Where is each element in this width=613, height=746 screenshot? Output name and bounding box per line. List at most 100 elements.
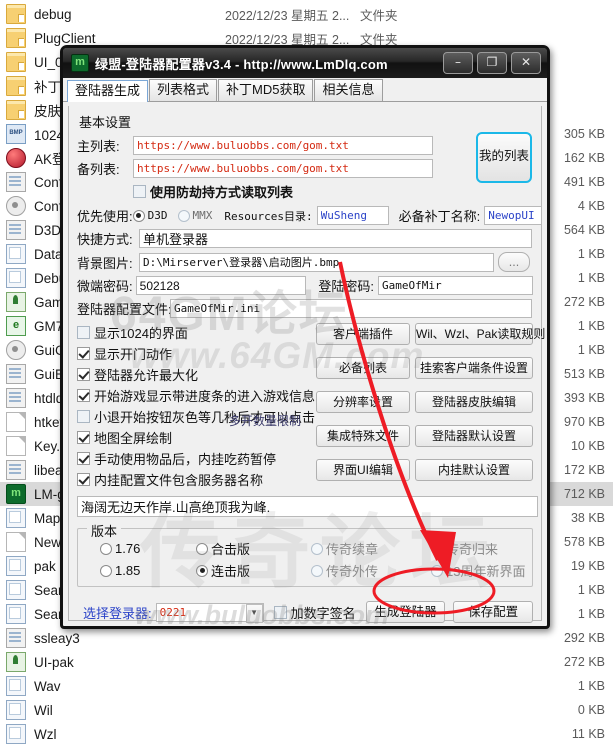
app-logo-icon [71, 54, 89, 72]
version-option-5[interactable]: 连击版 [196, 561, 311, 580]
explorer-file-size: 0 KB [577, 703, 605, 717]
explorer-file-name: Data [34, 246, 63, 262]
chevron-down-icon[interactable]: ▼ [245, 603, 263, 623]
left-action-button-0[interactable]: 客户端插件 [316, 323, 410, 345]
left-action-button-4[interactable]: 界面UI编辑 [316, 459, 410, 481]
notice-input[interactable] [77, 496, 538, 517]
stack-icon [6, 580, 26, 600]
digital-sign-checkbox[interactable] [273, 605, 287, 619]
explorer-file-date: 2022/12/23 星期五 2... [225, 8, 350, 23]
version-option-6[interactable]: 传奇外传 [311, 561, 431, 580]
left-action-button-2[interactable]: 分辨率设置 [316, 391, 410, 413]
option-checkbox-row-6[interactable]: 手动使用物品后，内挂吃药暂停 [77, 448, 316, 469]
priority-d3d-radio[interactable] [132, 209, 145, 222]
tab-3[interactable]: 相关信息 [314, 79, 383, 101]
shortcut-label: 快捷方式: [77, 232, 133, 247]
explorer-row[interactable]: UI-pak 272 KB [0, 650, 613, 674]
explorer-file-size: 578 KB [563, 535, 605, 549]
anti-hijack-checkbox[interactable] [133, 185, 146, 198]
maximize-button[interactable]: ❐ [477, 52, 507, 74]
explorer-row[interactable]: ssleay3 292 KB [0, 626, 613, 650]
left-action-button-1[interactable]: 必备列表 [316, 357, 410, 379]
version-radio-7[interactable] [431, 564, 443, 577]
right-action-button-4[interactable]: 内挂默认设置 [415, 459, 533, 481]
main-list-input[interactable] [133, 136, 433, 155]
tab-1[interactable]: 列表格式 [149, 79, 218, 101]
version-group: 版本 1.76 合击版 传奇续章 传奇归来 1.85 连击版 传奇外传 13周年新界面 [77, 521, 533, 587]
backup-list-input[interactable] [133, 159, 433, 178]
right-action-button-3[interactable]: 登陆器默认设置 [415, 425, 533, 447]
explorer-file-name: Wzl [34, 726, 57, 742]
version-radio-2[interactable] [311, 542, 323, 555]
tab-strip: 登陆器生成 列表格式 补丁MD5获取 相关信息 [63, 78, 547, 102]
shortcut-input[interactable] [139, 229, 532, 248]
explorer-row[interactable]: Wzl 11 KB [0, 722, 613, 746]
checkbox-1[interactable] [77, 347, 90, 360]
stack-icon [6, 556, 26, 576]
priority-mmx-radio[interactable] [177, 209, 190, 222]
option-checkbox-row-5[interactable]: 地图全屏绘制 [77, 427, 316, 448]
version-option-7[interactable]: 13周年新界面 [431, 561, 551, 580]
action-buttons-area: 客户端插件必备列表分辨率设置集成特殊文件 界面UI编辑 Wil、Wzl、Pak读取… [316, 322, 545, 490]
version-option-1[interactable]: 合击版 [196, 539, 311, 558]
window-titlebar: 绿盟-登陆器配置器v3.4 - http://www.LmDlq.com – ❐… [63, 48, 547, 78]
checkbox-4[interactable] [77, 410, 90, 423]
close-button[interactable]: ✕ [511, 52, 541, 74]
browse-button[interactable]: ... [498, 252, 530, 272]
tab-0[interactable]: 登陆器生成 [67, 80, 149, 102]
explorer-file-name: pak [34, 558, 56, 574]
red-app-icon [6, 148, 26, 168]
dll-icon [6, 172, 26, 192]
right-action-button-2[interactable]: 登陆器皮肤编辑 [415, 391, 533, 413]
checkbox-0[interactable] [77, 326, 90, 339]
right-action-button-1[interactable]: 挂索客户端条件设置 [415, 357, 533, 379]
backup-list-label: 备列表: [77, 162, 120, 177]
version-radio-3[interactable] [431, 542, 443, 555]
option-checkbox-row-7[interactable]: 内挂配置文件包含服务器名称 [77, 469, 316, 490]
version-radio-4[interactable] [100, 564, 112, 577]
option-checkbox-row-1[interactable]: 显示开门动作 [77, 343, 316, 364]
resources-dir-input[interactable] [316, 206, 389, 225]
config-file-input[interactable] [170, 299, 532, 318]
priority-mmx-label: MMX [192, 209, 213, 222]
checkbox-6[interactable] [77, 452, 90, 465]
generate-launcher-button[interactable]: 生成登陆器 [365, 601, 446, 623]
option-checkbox-row-2[interactable]: 登陆器允许最大化 [77, 364, 316, 385]
minimize-button[interactable]: – [443, 52, 473, 74]
explorer-row[interactable]: debug 2022/12/23 星期五 2... 文件夹 [0, 2, 613, 26]
patch-name-input[interactable] [484, 206, 543, 225]
my-list-button[interactable]: 我的列表 [476, 132, 532, 183]
section-title-basic-settings: 基本设置 [79, 115, 132, 130]
left-action-button-3[interactable]: 集成特殊文件 [316, 425, 410, 447]
explorer-row[interactable]: Wil 0 KB [0, 698, 613, 722]
checkbox-2[interactable] [77, 368, 90, 381]
explorer-row[interactable]: Wav 1 KB [0, 674, 613, 698]
select-launcher-combo[interactable]: ▼ [155, 602, 264, 623]
background-image-input[interactable] [139, 252, 494, 272]
checkbox-3[interactable] [77, 389, 90, 402]
version-option-2[interactable]: 传奇续章 [311, 539, 431, 558]
login-password-label: 登陆密码: [318, 279, 374, 294]
right-action-button-0[interactable]: Wil、Wzl、Pak读取规则 [415, 323, 545, 345]
version-radio-1[interactable] [196, 542, 208, 555]
checkbox-label-6: 手动使用物品后，内挂吃药暂停 [94, 452, 277, 467]
version-radio-6[interactable] [311, 564, 323, 577]
version-option-4[interactable]: 1.85 [100, 561, 196, 580]
micro-password-input[interactable] [135, 276, 307, 295]
checkbox-5[interactable] [77, 431, 90, 444]
login-password-input[interactable] [378, 276, 533, 295]
checkbox-7[interactable] [77, 473, 90, 486]
tab-2[interactable]: 补丁MD5获取 [218, 79, 314, 101]
version-option-0[interactable]: 1.76 [100, 539, 196, 558]
explorer-file-size: 1 KB [577, 271, 605, 285]
stack-icon [6, 676, 26, 696]
save-config-button[interactable]: 保存配置 [453, 601, 533, 623]
checkbox-label-0: 显示1024的界面 [94, 326, 188, 341]
green-e-icon [6, 316, 26, 336]
version-radio-0[interactable] [100, 542, 112, 555]
option-checkbox-row-0[interactable]: 显示1024的界面 [77, 322, 316, 343]
explorer-file-size: 1 KB [577, 343, 605, 357]
version-option-3[interactable]: 传奇归来 [431, 539, 551, 558]
version-radio-5[interactable] [196, 564, 208, 577]
option-checkbox-row-3[interactable]: 开始游戏显示带进度条的进入游戏信息 [77, 385, 316, 406]
